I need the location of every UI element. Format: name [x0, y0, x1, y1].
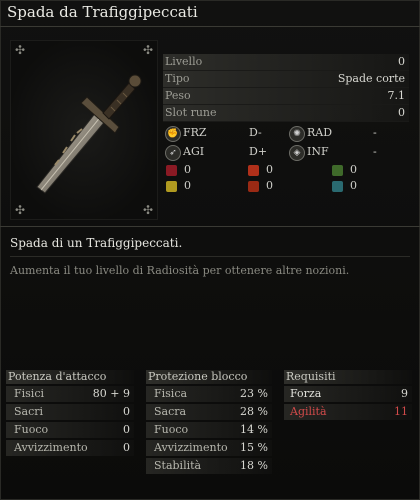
row-value: 0	[123, 423, 130, 436]
row-label: Fuoco	[14, 423, 49, 436]
description-title: Spada di un Trafiggipeccati.	[10, 236, 183, 250]
stat-row-level: Livello 0	[163, 54, 409, 71]
stat-label: Peso	[165, 89, 191, 102]
table-row: Fisici 80 + 9	[6, 386, 134, 402]
radiance-icon: ✺	[289, 126, 305, 142]
scaling-label: INF	[307, 145, 329, 158]
sword-icon	[36, 74, 142, 194]
scaling-label: RAD	[307, 126, 333, 139]
guard-header: Protezione blocco	[146, 370, 272, 384]
table-row: Sacra 28 %	[146, 404, 272, 420]
row-value: 28 %	[240, 405, 268, 418]
title-divider	[0, 26, 420, 27]
row-label: Avvizzimento	[154, 441, 228, 454]
stat-label: Tipo	[165, 72, 190, 85]
description-text: Aumenta il tuo livello di Radiosità per …	[10, 264, 350, 277]
stat-value: 0	[398, 55, 405, 68]
row-label: Sacri	[14, 405, 44, 418]
frost-icon	[332, 181, 343, 192]
row-value: 23 %	[240, 387, 268, 400]
row-value: 14 %	[240, 423, 268, 436]
row-label: Stabilità	[154, 459, 202, 472]
row-label: Avvizzimento	[14, 441, 88, 454]
table-row: Fuoco 0	[6, 422, 134, 438]
bleed-icon	[166, 165, 177, 176]
stat-row-rune-slots: Slot rune 0	[163, 105, 409, 122]
table-row: Sacri 0	[6, 404, 134, 420]
row-label: Fisici	[14, 387, 44, 400]
affinity-value: 0	[350, 179, 357, 192]
ornament-icon: ✣	[142, 43, 153, 57]
stat-value: 0	[398, 106, 405, 119]
row-label: Sacra	[154, 405, 187, 418]
stat-value: Spade corte	[337, 72, 405, 85]
affinity-value: 0	[350, 163, 357, 176]
affinity-value: 0	[266, 163, 273, 176]
attack-power-table: Potenza d'attacco Fisici 80 + 9 Sacri 0 Fu…	[6, 370, 134, 458]
affinity-value: 0	[184, 179, 191, 192]
row-value: 0	[123, 405, 130, 418]
scaling-label: FRZ	[183, 126, 207, 139]
item-title: Spada da Trafiggipeccati	[7, 3, 198, 21]
agility-icon: ➶	[165, 145, 181, 161]
table-row: Avvizzimento 15 %	[146, 440, 272, 456]
table-row: Fuoco 14 %	[146, 422, 272, 438]
scaling-grade: D-	[249, 126, 262, 139]
guard-table: Protezione blocco Fisica 23 % Sacra 28 % F…	[146, 370, 272, 476]
row-label: Agilità	[290, 405, 327, 418]
scaling-grade: D+	[249, 145, 268, 158]
poison-icon	[332, 165, 343, 176]
scaling-label: AGI	[183, 145, 205, 158]
scaling-row: ➶ AGI D+ ◈ INF -	[165, 143, 405, 161]
ornament-icon: ✣	[142, 203, 153, 217]
ornament-icon: ✣	[15, 43, 26, 57]
table-row: Agilità 11	[284, 404, 412, 420]
scaling-grade: -	[373, 145, 377, 158]
requirements-table: Requisiti Forza 9 Agilità 11	[284, 370, 412, 422]
attack-power-header: Potenza d'attacco	[6, 370, 134, 384]
row-value: 0	[123, 441, 130, 454]
stat-label: Livello	[165, 55, 203, 68]
section-divider	[0, 226, 420, 227]
stat-label: Slot rune	[165, 106, 217, 119]
description-divider	[10, 256, 410, 257]
ornament-icon: ✣	[15, 203, 26, 217]
weapon-image-panel: ✣ ✣ ✣ ✣	[10, 40, 158, 220]
stat-row-weight: Peso 7.1	[163, 88, 409, 105]
table-row: Stabilità 18 %	[146, 458, 272, 474]
row-value: 18 %	[240, 459, 268, 472]
affinity-value: 0	[184, 163, 191, 176]
row-value: 11	[394, 405, 408, 418]
flame-icon	[248, 181, 259, 192]
scaling-row: ✊ FRZ D- ✺ RAD -	[165, 124, 405, 142]
table-row: Forza 9	[284, 386, 412, 402]
row-label: Fisica	[154, 387, 188, 400]
row-label: Forza	[290, 387, 322, 400]
row-value: 15 %	[240, 441, 268, 454]
row-value: 9	[401, 387, 408, 400]
table-row: Fisica 23 %	[146, 386, 272, 402]
stat-value: 7.1	[387, 89, 406, 102]
affinity-value: 0	[266, 179, 273, 192]
row-value: 80 + 9	[92, 387, 130, 400]
table-row: Avvizzimento 0	[6, 440, 134, 456]
fire-rune-icon	[248, 165, 259, 176]
requirements-header: Requisiti	[284, 370, 412, 384]
row-label: Fuoco	[154, 423, 189, 436]
stat-row-type: Tipo Spade corte	[163, 71, 409, 88]
light-icon	[166, 181, 177, 192]
scaling-grade: -	[373, 126, 377, 139]
influence-icon: ◈	[289, 145, 305, 161]
strength-icon: ✊	[165, 126, 181, 142]
